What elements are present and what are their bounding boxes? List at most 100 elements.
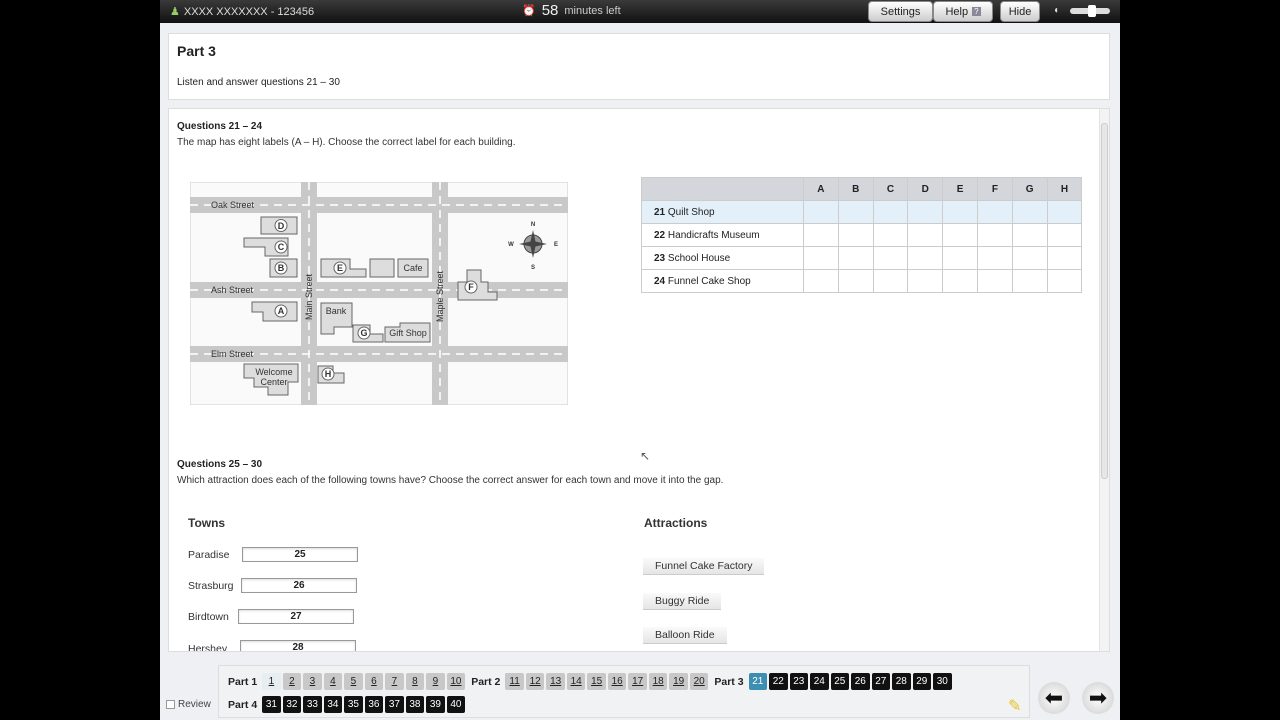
grid-cell-g[interactable]: [1011, 269, 1048, 293]
question-2-button[interactable]: 2: [282, 673, 302, 690]
gap-27[interactable]: 27: [238, 609, 354, 624]
question-31-button[interactable]: 31: [262, 696, 281, 713]
col-h: H: [1046, 177, 1083, 201]
grid-cell-f[interactable]: [976, 223, 1013, 247]
attraction-buggy-ride[interactable]: Buggy Ride: [643, 593, 722, 610]
question-22-button[interactable]: 22: [769, 673, 788, 690]
question-27-button[interactable]: 27: [871, 673, 891, 690]
grid-cell-h[interactable]: [1046, 223, 1083, 247]
grid-cell-g[interactable]: [1011, 200, 1048, 224]
question-6-button[interactable]: 6: [364, 673, 384, 690]
grid-cell-b[interactable]: [837, 246, 874, 270]
question-34-button[interactable]: 34: [323, 696, 343, 713]
question-1-button[interactable]: 1: [262, 673, 281, 690]
question-14-button[interactable]: 14: [566, 673, 586, 690]
settings-label: Settings: [880, 5, 921, 18]
question-29-button[interactable]: 29: [912, 673, 932, 690]
question-39-button[interactable]: 39: [426, 696, 445, 713]
grid-cell-b[interactable]: [837, 223, 874, 247]
review-checkbox[interactable]: Review: [166, 699, 211, 710]
question-19-button[interactable]: 19: [669, 673, 688, 690]
volume-handle[interactable]: [1088, 5, 1096, 17]
grid-cell-f[interactable]: [976, 200, 1013, 224]
grid-cell-a[interactable]: [803, 246, 839, 270]
grid-cell-a[interactable]: [803, 200, 839, 224]
grid-cell-a[interactable]: [803, 223, 839, 247]
scrollbar[interactable]: [1099, 109, 1109, 651]
timer: ⏰ 58 minutes left: [522, 2, 621, 19]
grid-cell-e[interactable]: [942, 269, 978, 293]
question-36-button[interactable]: 36: [364, 696, 384, 713]
question-40-button[interactable]: 40: [446, 696, 466, 713]
question-11-button[interactable]: 11: [505, 673, 524, 690]
grid-cell-d[interactable]: [907, 223, 944, 247]
grid-cell-f[interactable]: [976, 246, 1013, 270]
question-4-button[interactable]: 4: [323, 673, 343, 690]
question-10-button[interactable]: 10: [446, 673, 466, 690]
question-13-button[interactable]: 13: [546, 673, 565, 690]
next-button[interactable]: ➡: [1082, 682, 1114, 714]
grid-cell-d[interactable]: [907, 200, 944, 224]
grid-cell-a[interactable]: [803, 269, 839, 293]
question-17-button[interactable]: 17: [628, 673, 647, 690]
part-label[interactable]: Part 4: [228, 699, 257, 711]
scrollbar-thumb[interactable]: [1101, 123, 1108, 479]
grid-cell-c[interactable]: [872, 246, 909, 270]
grid-cell-e[interactable]: [942, 246, 978, 270]
part-header: Part 3 Listen and answer questions 21 – …: [168, 33, 1110, 100]
part-label[interactable]: Part 3: [714, 676, 743, 688]
grid-cell-d[interactable]: [907, 269, 944, 293]
question-32-button[interactable]: 32: [282, 696, 302, 713]
grid-cell-g[interactable]: [1011, 246, 1048, 270]
gap-26[interactable]: 26: [241, 578, 357, 593]
settings-button[interactable]: Settings: [868, 1, 933, 22]
grid-cell-h[interactable]: [1046, 269, 1083, 293]
help-button[interactable]: Help?: [933, 1, 993, 22]
question-15-button[interactable]: 15: [587, 673, 606, 690]
question-30-button[interactable]: 30: [933, 673, 952, 690]
grid-cell-e[interactable]: [942, 223, 978, 247]
grid-cell-h[interactable]: [1046, 246, 1083, 270]
grid-cell-c[interactable]: [872, 223, 909, 247]
attraction-balloon-ride[interactable]: Balloon Ride: [643, 627, 727, 644]
question-9-button[interactable]: 9: [426, 673, 445, 690]
question-21-button[interactable]: 21: [748, 673, 768, 690]
question-35-button[interactable]: 35: [344, 696, 363, 713]
question-8-button[interactable]: 8: [405, 673, 425, 690]
grid-cell-g[interactable]: [1011, 223, 1048, 247]
previous-button[interactable]: ⬅: [1038, 682, 1070, 714]
question-24-button[interactable]: 24: [810, 673, 829, 690]
map: Oak Street Ash Street Elm Street Main St…: [190, 182, 568, 405]
gap-25[interactable]: 25: [242, 547, 358, 562]
question-5-button[interactable]: 5: [344, 673, 363, 690]
review-label: Review: [178, 699, 211, 710]
question-25-button[interactable]: 25: [830, 673, 850, 690]
question-20-button[interactable]: 20: [689, 673, 709, 690]
gap-28[interactable]: 28: [240, 640, 356, 651]
question-7-button[interactable]: 7: [385, 673, 404, 690]
part-label[interactable]: Part 2: [471, 676, 500, 688]
part-label[interactable]: Part 1: [228, 676, 257, 688]
question-33-button[interactable]: 33: [303, 696, 322, 713]
grid-cell-c[interactable]: [872, 269, 909, 293]
hide-button[interactable]: Hide: [1000, 1, 1040, 22]
question-23-button[interactable]: 23: [789, 673, 809, 690]
question-12-button[interactable]: 12: [525, 673, 545, 690]
checkbox-icon[interactable]: [166, 700, 175, 709]
question-18-button[interactable]: 18: [648, 673, 668, 690]
grid-cell-c[interactable]: [872, 200, 909, 224]
question-26-button[interactable]: 26: [851, 673, 870, 690]
question-28-button[interactable]: 28: [892, 673, 911, 690]
question-38-button[interactable]: 38: [405, 696, 425, 713]
volume-slider[interactable]: [1070, 5, 1110, 17]
grid-cell-b[interactable]: [837, 269, 874, 293]
grid-cell-h[interactable]: [1046, 200, 1083, 224]
grid-cell-e[interactable]: [942, 200, 978, 224]
question-3-button[interactable]: 3: [303, 673, 322, 690]
attraction-funnel-cake-factory[interactable]: Funnel Cake Factory: [643, 558, 765, 575]
grid-cell-b[interactable]: [837, 200, 874, 224]
grid-cell-f[interactable]: [976, 269, 1013, 293]
grid-cell-d[interactable]: [907, 246, 944, 270]
question-16-button[interactable]: 16: [607, 673, 627, 690]
question-37-button[interactable]: 37: [385, 696, 404, 713]
